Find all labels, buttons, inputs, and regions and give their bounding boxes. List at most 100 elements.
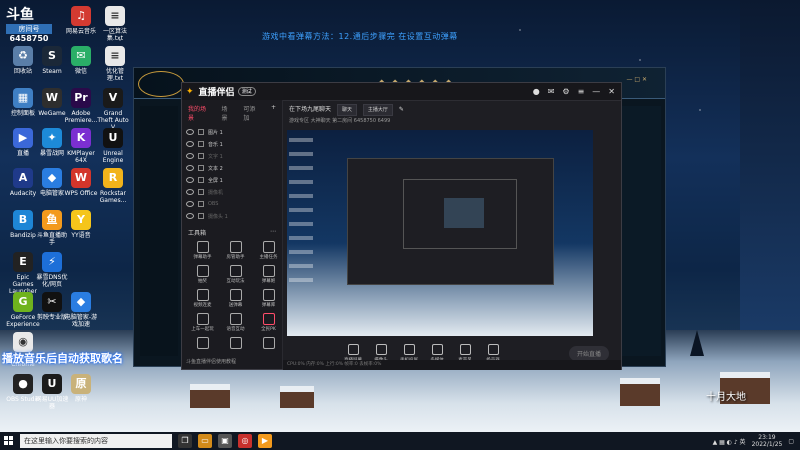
desktop-icon[interactable]: ◆ 电脑管家-游戏加速 bbox=[64, 292, 98, 328]
desktop-icon[interactable]: ♫ 网易云音乐 bbox=[64, 6, 98, 35]
tool-label: 抽奖 bbox=[198, 279, 207, 284]
subcategory-chip[interactable]: 主播大厅 bbox=[362, 104, 393, 116]
control-icon bbox=[487, 343, 499, 355]
app-icon: E bbox=[13, 252, 33, 272]
visibility-icon[interactable] bbox=[186, 129, 194, 135]
visibility-icon[interactable] bbox=[186, 201, 194, 207]
game-client-friends-panel[interactable] bbox=[621, 106, 661, 356]
visibility-icon[interactable] bbox=[186, 189, 194, 195]
tool-label: 主播任务 bbox=[259, 255, 278, 260]
toolbox-more-icon[interactable]: ⋯ bbox=[270, 228, 276, 237]
desktop-icon[interactable]: Pr Adobe Premiere... bbox=[64, 88, 98, 124]
app-logo-icon: ✦ bbox=[186, 86, 194, 97]
lock-icon[interactable] bbox=[198, 189, 204, 195]
tab-scenes[interactable]: 场景 bbox=[222, 104, 234, 122]
taskbar-app-icon[interactable]: ◎ bbox=[238, 434, 252, 448]
tool-item[interactable]: 主播任务 bbox=[253, 241, 284, 261]
lock-icon[interactable] bbox=[198, 177, 204, 183]
scene-item[interactable]: OBS bbox=[182, 198, 282, 210]
tool-item[interactable]: 全民PK bbox=[253, 313, 284, 333]
tab-my-scenes[interactable]: 我的场景 bbox=[188, 104, 212, 122]
add-scene-icon[interactable]: + bbox=[271, 104, 276, 122]
tool-item[interactable]: 弹幕库 bbox=[253, 289, 284, 309]
lock-icon[interactable] bbox=[198, 201, 204, 207]
main-panel: 在下场九尾聊天 聊天 主播大厅 ✎ 游戏专区 大神聊天 第二房间 6458750… bbox=[283, 100, 621, 369]
visibility-icon[interactable] bbox=[186, 153, 194, 159]
close-button[interactable]: ✕ bbox=[608, 87, 615, 96]
tutorial-link[interactable]: 斗鱼直播伴侣使用教程 bbox=[186, 358, 236, 365]
tray-icons[interactable]: ▲ ▦ ◐ ♪ 英 bbox=[713, 437, 746, 446]
desktop-icon[interactable]: ⚡ 暴雪DNS优化/网页 bbox=[35, 252, 69, 288]
tool-item[interactable]: 上车一起玩 bbox=[187, 313, 218, 333]
visibility-icon[interactable] bbox=[186, 177, 194, 183]
scene-item[interactable]: 全屏 1 bbox=[182, 174, 282, 186]
message-icon[interactable]: ✉ bbox=[548, 87, 555, 96]
desktop-icon[interactable]: U Unreal Engine bbox=[96, 128, 130, 164]
lock-icon[interactable] bbox=[198, 153, 204, 159]
settings-icon[interactable]: ⚙ bbox=[562, 87, 569, 96]
tool-item[interactable] bbox=[220, 337, 251, 351]
menu-icon[interactable]: ≡ bbox=[578, 87, 585, 96]
app-icon: ◆ bbox=[71, 292, 91, 312]
scene-item[interactable]: 文字 1 bbox=[182, 150, 282, 162]
tab-addable[interactable]: 可添加 bbox=[243, 104, 261, 122]
desktop-icon[interactable]: Y YY语音 bbox=[64, 210, 98, 239]
tool-item[interactable]: 语音互动 bbox=[220, 313, 251, 333]
start-live-button[interactable]: 开始直播 bbox=[568, 346, 609, 361]
toolbox-title: 工具箱 bbox=[188, 230, 207, 237]
desktop-icon[interactable]: W WPS Office bbox=[64, 168, 98, 197]
scene-item[interactable]: 文本 2 bbox=[182, 162, 282, 174]
desktop-icon-label: WPS Office bbox=[64, 190, 98, 197]
desktop-icon[interactable]: R Rockstar Games... bbox=[96, 168, 130, 204]
visibility-icon[interactable] bbox=[186, 165, 194, 171]
scene-item[interactable]: 摄像头 1 bbox=[182, 210, 282, 222]
tool-item[interactable] bbox=[187, 337, 218, 351]
tool-item[interactable]: 视频连麦 bbox=[187, 289, 218, 309]
notification-icon[interactable]: ▢ bbox=[788, 438, 794, 445]
app-icon: V bbox=[103, 88, 123, 108]
lock-icon[interactable] bbox=[198, 165, 204, 171]
app-icon: A bbox=[13, 168, 33, 188]
tool-item[interactable]: 弹幕助手 bbox=[187, 241, 218, 261]
visibility-icon[interactable] bbox=[186, 213, 194, 219]
start-button[interactable] bbox=[0, 432, 18, 450]
desktop-icon-label: 电脑管家-游戏加速 bbox=[64, 314, 98, 328]
taskbar-search[interactable]: 在这里输入你要搜索的内容 bbox=[20, 434, 172, 448]
scene-item[interactable]: 图片 1 bbox=[182, 126, 282, 138]
stream-preview[interactable] bbox=[287, 130, 593, 336]
tool-item[interactable]: 弹幕姬 bbox=[253, 265, 284, 285]
taskbar-app-icon[interactable]: ▶ bbox=[258, 434, 272, 448]
edit-icon[interactable]: ✎ bbox=[399, 106, 404, 113]
minimize-button[interactable]: — bbox=[592, 87, 600, 96]
tool-item[interactable] bbox=[253, 337, 284, 351]
desktop-icon[interactable]: K KMPlayer 64X bbox=[64, 128, 98, 164]
desktop-icon[interactable]: VGrand Theft Auto V bbox=[96, 88, 130, 131]
task-view-icon[interactable]: ❐ bbox=[178, 434, 192, 448]
tool-item[interactable]: 抽奖 bbox=[187, 265, 218, 285]
category-chip[interactable]: 聊天 bbox=[336, 104, 357, 116]
scene-item[interactable]: 音乐 1 bbox=[182, 138, 282, 150]
scene-item[interactable]: 摄像机 bbox=[182, 186, 282, 198]
file-explorer-icon[interactable]: ▭ bbox=[198, 434, 212, 448]
lock-icon[interactable] bbox=[198, 129, 204, 135]
tool-item[interactable]: 送弹幕 bbox=[220, 289, 251, 309]
taskbar-app-icon[interactable]: ▣ bbox=[218, 434, 232, 448]
tool-item[interactable]: 房管助手 bbox=[220, 241, 251, 261]
desktop-icon[interactable]: ≡ 一区算法集.txt bbox=[98, 6, 132, 42]
play-button[interactable] bbox=[138, 71, 184, 97]
tool-icon bbox=[229, 241, 242, 253]
desktop-icon[interactable]: ≡ 优化管理.txt bbox=[98, 46, 132, 82]
avatar[interactable]: ● bbox=[533, 87, 540, 96]
sidebar-tabs: 我的场景 场景 可添加 + bbox=[182, 100, 282, 126]
lock-icon[interactable] bbox=[198, 213, 204, 219]
visibility-icon[interactable] bbox=[186, 141, 194, 147]
clock[interactable]: 23:19 2022/1/25 bbox=[752, 434, 783, 448]
game-client-controls[interactable]: — □ ✕ bbox=[626, 76, 647, 83]
tool-label: 视频连麦 bbox=[193, 303, 212, 308]
stream-companion-window[interactable]: ✦ 直播伴侣 测试 ● ✉ ⚙ ≡ — ✕ 我的场景 场景 可添加 + 图片 1… bbox=[181, 82, 622, 370]
desktop-icon[interactable]: 原原神 bbox=[64, 374, 98, 403]
desktop-icon[interactable]: ✉ 微信 bbox=[64, 46, 98, 75]
lock-icon[interactable] bbox=[198, 141, 204, 147]
app-icon: B bbox=[13, 210, 33, 230]
tool-item[interactable]: 互动玩法 bbox=[220, 265, 251, 285]
